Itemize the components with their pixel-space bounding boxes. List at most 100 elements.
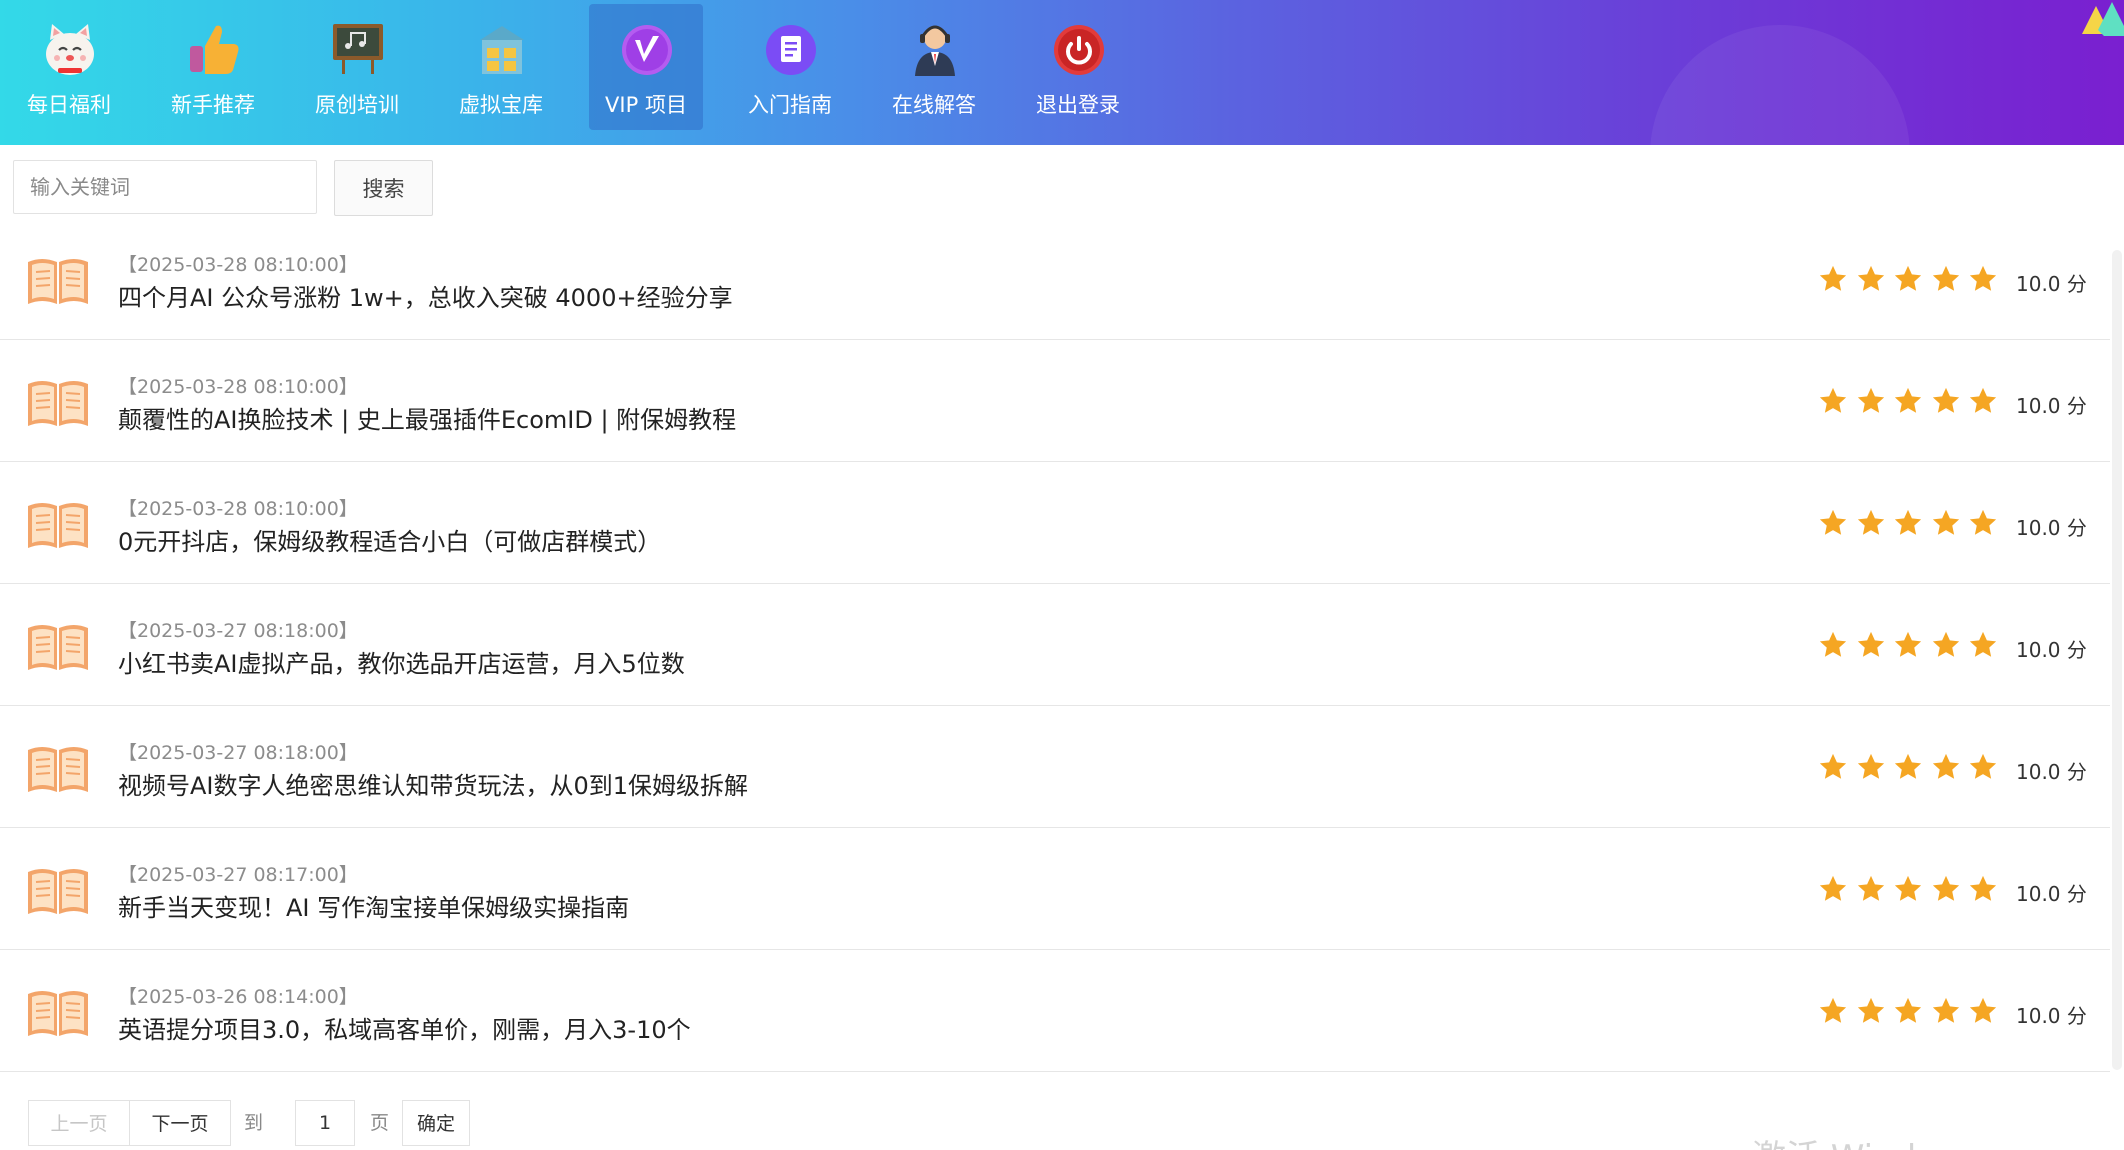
list-item-date: 【2025-03-28 08:10:00】 [118, 376, 358, 398]
nav-item-online-answers[interactable]: 在线解答 [877, 4, 991, 130]
list-item-date: 【2025-03-28 08:10:00】 [118, 498, 358, 520]
goto-page-prefix: 到第 [244, 1112, 264, 1134]
list-item-date: 【2025-03-27 08:17:00】 [118, 864, 358, 886]
star-icon [1819, 387, 1847, 413]
list-item-date: 【2025-03-27 08:18:00】 [118, 742, 358, 764]
open-book-icon [28, 381, 88, 426]
list-item-title[interactable]: 视频号AI数字人绝密思维认知带货玩法，从0到1保姆级拆解 [118, 766, 748, 801]
rating-score: 10.0 分 [2016, 1004, 2087, 1028]
rating-score: 10.0 分 [2016, 394, 2087, 418]
rating-score: 10.0 分 [2016, 882, 2087, 906]
star-icon [1894, 753, 1922, 779]
support-agent-icon [915, 25, 955, 76]
goto-page-suffix: 页 [370, 1112, 390, 1134]
list-item[interactable]: 【2025-03-27 08:18:00】 小红书卖AI虚拟产品，教你选品开店运营… [0, 584, 2110, 706]
rating-score: 10.0 分 [2016, 516, 2087, 540]
list-item-date: 【2025-03-28 08:10:00】 [118, 254, 358, 276]
star-icon [1969, 509, 1997, 535]
nav-item-label: 退出登录 [1036, 93, 1120, 117]
star-icon [1894, 875, 1922, 901]
list-item[interactable]: 【2025-03-27 08:17:00】 新手当天变现！AI 写作淘宝接单保姆级… [0, 828, 2110, 950]
nav-item-label: 新手推荐 [171, 93, 255, 117]
nav-item-original-training[interactable]: 原创培训 [300, 4, 414, 130]
list-item[interactable]: 【2025-03-28 08:10:00】 0元开抖店，保姆级教程适合小白（可做店… [0, 462, 2110, 584]
star-icon [1819, 753, 1847, 779]
top-navigation-bar: 每日福利 新手推荐 原创培训 虚拟宝库 VIP 项目 入门指南 在线解答 退出登… [0, 0, 2124, 145]
next-page-button[interactable]: 下一页 [129, 1100, 231, 1146]
open-book-icon [28, 869, 88, 914]
open-book-icon [28, 259, 88, 304]
star-icon [1819, 875, 1847, 901]
search-button[interactable]: 搜索 [334, 160, 433, 216]
star-icon [1969, 997, 1997, 1023]
nav-item-label: 入门指南 [748, 93, 832, 117]
star-icon [1932, 265, 1959, 291]
confirm-page-button[interactable]: 确定 [402, 1100, 470, 1146]
open-book-icon [28, 747, 88, 792]
scrollbar[interactable] [2112, 250, 2122, 1070]
windows-activation-watermark: 激活 Windows [1752, 1130, 1983, 1150]
star-icon [1819, 509, 1847, 535]
star-icon [1857, 997, 1884, 1023]
search-input[interactable] [13, 160, 317, 214]
nav-item-beginner-picks[interactable]: 新手推荐 [156, 4, 270, 130]
nav-item-label: 每日福利 [27, 93, 111, 117]
chalkboard-icon [333, 24, 383, 74]
star-icon [1894, 631, 1922, 657]
list-item-title[interactable]: 颠覆性的AI换脸技术 | 史上最强插件EcomID | 附保姆教程 [118, 400, 736, 435]
home-shortcut-icon[interactable] [2078, 0, 2124, 36]
list-item-title[interactable]: 四个月AI 公众号涨粉 1w+，总收入突破 4000+经验分享 [118, 278, 733, 313]
lucky-cat-icon [46, 24, 94, 75]
star-icon [1894, 265, 1922, 291]
star-icon [1969, 387, 1997, 413]
star-icon [1932, 753, 1959, 779]
article-list: 【2025-03-28 08:10:00】 四个月AI 公众号涨粉 1w+，总收入… [0, 218, 2124, 1072]
star-icon [1932, 387, 1959, 413]
list-item[interactable]: 【2025-03-26 08:14:00】 英语提分项目3.0，私域高客单价，刚需… [0, 950, 2110, 1072]
list-item-title[interactable]: 新手当天变现！AI 写作淘宝接单保姆级实操指南 [118, 888, 629, 923]
star-icon [1857, 875, 1884, 901]
nav-item-logout[interactable]: 退出登录 [1021, 4, 1135, 130]
list-item[interactable]: 【2025-03-28 08:10:00】 颠覆性的AI换脸技术 | 史上最强插件… [0, 340, 2110, 462]
treasure-vault-icon [480, 26, 524, 74]
star-icon [1932, 875, 1959, 901]
nav-item-label: VIP 项目 [605, 93, 687, 117]
page-number-input[interactable] [295, 1100, 355, 1146]
list-item[interactable]: 【2025-03-28 08:10:00】 四个月AI 公众号涨粉 1w+，总收入… [0, 218, 2110, 340]
list-item-date: 【2025-03-27 08:18:00】 [118, 620, 358, 642]
nav-item-virtual-vault[interactable]: 虚拟宝库 [444, 4, 558, 130]
star-icon [1932, 997, 1959, 1023]
list-item-title[interactable]: 小红书卖AI虚拟产品，教你选品开店运营，月入5位数 [118, 644, 685, 679]
star-icon [1819, 265, 1847, 291]
nav-item-label: 原创培训 [315, 93, 399, 117]
rating-score: 10.0 分 [2016, 760, 2087, 784]
open-book-icon [28, 503, 88, 548]
star-icon [1894, 997, 1922, 1023]
nav-item-label: 在线解答 [892, 93, 976, 117]
star-icon [1932, 509, 1959, 535]
nav-item-label: 虚拟宝库 [459, 93, 543, 117]
rating-score: 10.0 分 [2016, 272, 2087, 296]
list-item-title[interactable]: 英语提分项目3.0，私域高客单价，刚需，月入3-10个 [118, 1010, 691, 1045]
star-icon [1969, 875, 1997, 901]
prev-page-button[interactable]: 上一页 [28, 1100, 130, 1146]
thumbs-up-icon [190, 25, 239, 75]
list-item-title[interactable]: 0元开抖店，保姆级教程适合小白（可做店群模式） [118, 522, 661, 557]
nav-item-vip-projects[interactable]: VIP 项目 [589, 4, 703, 130]
star-icon [1969, 631, 1997, 657]
guide-document-icon [766, 25, 816, 75]
star-icon [1894, 387, 1922, 413]
vip-badge-icon [622, 25, 672, 75]
open-book-icon [28, 625, 88, 670]
nav-item-getting-started[interactable]: 入门指南 [733, 4, 847, 130]
star-icon [1857, 753, 1884, 779]
star-icon [1857, 631, 1884, 657]
open-book-icon [28, 991, 88, 1036]
star-icon [1819, 631, 1847, 657]
star-icon [1857, 387, 1884, 413]
star-icon [1857, 509, 1884, 535]
star-icon [1969, 753, 1997, 779]
list-item[interactable]: 【2025-03-27 08:18:00】 视频号AI数字人绝密思维认知带货玩法，… [0, 706, 2110, 828]
nav-item-daily-benefits[interactable]: 每日福利 [12, 4, 126, 130]
star-icon [1969, 265, 1997, 291]
